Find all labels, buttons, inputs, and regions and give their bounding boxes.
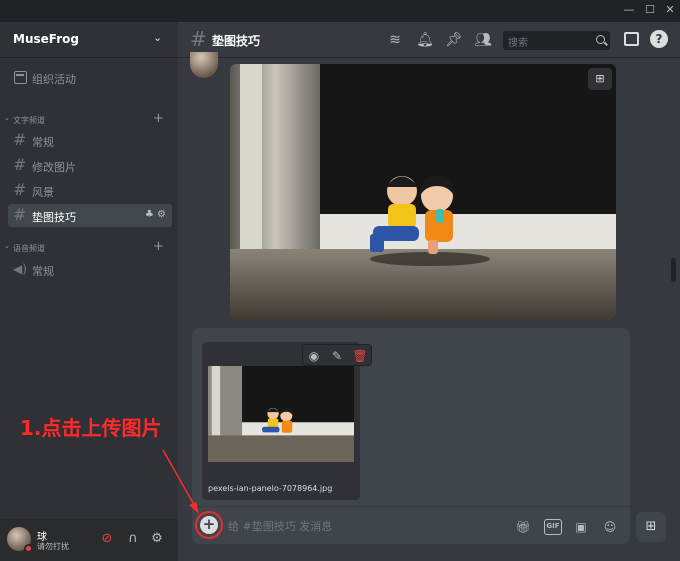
- trash-icon[interactable]: 🗑︎: [352, 348, 368, 364]
- eye-icon[interactable]: ◉: [306, 348, 322, 364]
- text-category-label: 文字频道: [13, 116, 45, 125]
- calendar-icon: [14, 71, 27, 84]
- maximize-icon[interactable]: ☐: [643, 3, 657, 17]
- sticker-icon[interactable]: ▣: [572, 519, 590, 535]
- apps-button[interactable]: ⊞: [636, 512, 666, 542]
- search-input[interactable]: 搜索: [503, 31, 610, 50]
- gear-icon[interactable]: ⚙: [149, 531, 165, 547]
- user-status: 请勿打扰: [37, 542, 69, 551]
- hash-icon: #: [13, 205, 27, 224]
- inbox-icon[interactable]: [624, 32, 639, 46]
- channel-item-scenery[interactable]: # 风景: [8, 179, 172, 202]
- photo-figurines: [230, 64, 616, 320]
- add-channel-icon[interactable]: +: [153, 239, 164, 254]
- pencil-icon[interactable]: ✎: [329, 348, 345, 364]
- help-icon[interactable]: ?: [650, 30, 668, 48]
- invite-icon[interactable]: ♣: [145, 209, 154, 220]
- user-panel: 球 请勿打扰 ⊘ ∩ ⚙: [0, 519, 178, 561]
- attachment-filename: pexels-ian-panelo-7078964.jpg: [208, 484, 333, 493]
- apps-icon[interactable]: ⊞: [588, 68, 612, 90]
- events-label: 组织活动: [32, 73, 76, 86]
- search-placeholder: 搜索: [508, 38, 528, 49]
- channel-label: 常规: [32, 136, 54, 149]
- headphones-icon[interactable]: ∩: [125, 531, 141, 547]
- voice-category[interactable]: ⌄ 语音频道 +: [0, 239, 178, 256]
- chevron-down-icon: ⌄: [4, 114, 10, 122]
- voice-channel-general[interactable]: ◀) 常规: [8, 258, 172, 281]
- close-icon[interactable]: ✕: [663, 3, 677, 17]
- mic-muted-icon[interactable]: ⊘: [99, 531, 115, 547]
- speaker-icon: ◀): [13, 262, 27, 276]
- hash-icon: #: [190, 27, 207, 51]
- hash-icon: #: [13, 155, 27, 174]
- composer-divider: [192, 506, 630, 507]
- hash-icon: #: [13, 180, 27, 199]
- channel-item-general[interactable]: # 常规: [8, 129, 172, 152]
- hash-icon: #: [13, 130, 27, 149]
- gear-icon[interactable]: ⚙: [157, 209, 166, 220]
- chat-area: # 垫图技巧 ≋ 🔔︎ 📌︎ 👥︎ 搜索 ? ⊞ pexels-ian-pane…: [178, 22, 680, 561]
- message-input[interactable]: [228, 518, 478, 534]
- message-image[interactable]: [230, 64, 616, 320]
- server-name: MuseFrog: [13, 32, 79, 46]
- channel-title: 垫图技巧: [212, 34, 261, 48]
- events-item[interactable]: 组织活动: [8, 67, 170, 89]
- upload-button[interactable]: +: [200, 516, 218, 534]
- channel-sidebar: MuseFrog ⌄ 组织活动 ⌄ 文字频道 + # 常规 # 修改图片 # 风…: [0, 22, 178, 561]
- chevron-down-icon: ⌄: [153, 31, 163, 44]
- members-icon[interactable]: 👥︎: [474, 31, 492, 49]
- text-category[interactable]: ⌄ 文字频道 +: [0, 111, 178, 128]
- search-icon: [596, 35, 605, 44]
- channel-label: 常规: [32, 265, 54, 278]
- thumbnail-image: [208, 366, 354, 462]
- attachment-preview: [208, 366, 354, 462]
- emoji-icon[interactable]: ☺: [601, 519, 619, 535]
- channel-header: # 垫图技巧 ≋ 🔔︎ 📌︎ 👥︎ 搜索 ?: [178, 22, 680, 58]
- bell-icon[interactable]: 🔔︎: [416, 31, 434, 49]
- channel-label: 风景: [32, 186, 54, 199]
- attachment-actions: ◉ ✎ 🗑︎: [302, 344, 372, 366]
- server-header[interactable]: MuseFrog ⌄: [0, 22, 178, 58]
- voice-category-label: 语音频道: [13, 244, 45, 253]
- pin-icon[interactable]: 📌︎: [445, 31, 463, 49]
- window-titlebar: — ☐ ✕: [0, 0, 680, 22]
- chevron-down-icon: ⌄: [4, 242, 10, 250]
- message-composer: pexels-ian-panelo-7078964.jpg ◉ ✎ 🗑︎: [192, 328, 630, 544]
- add-channel-icon[interactable]: +: [153, 111, 164, 126]
- channel-label: 垫图技巧: [32, 211, 76, 224]
- minimize-icon[interactable]: —: [622, 3, 636, 17]
- dnd-status-icon: [24, 544, 33, 553]
- channel-item-image-prompt[interactable]: # 垫图技巧 ♣ ⚙: [8, 204, 172, 227]
- gift-icon[interactable]: 🎁︎: [514, 519, 532, 535]
- channel-label: 修改图片: [32, 161, 76, 174]
- gif-icon[interactable]: GIF: [544, 519, 562, 535]
- annotation-label: 1.点击上传图片: [20, 416, 162, 440]
- threads-icon[interactable]: ≋: [386, 31, 404, 49]
- message-avatar[interactable]: [190, 52, 218, 78]
- scrollbar[interactable]: [671, 258, 676, 282]
- channel-item-edit-images[interactable]: # 修改图片: [8, 154, 172, 177]
